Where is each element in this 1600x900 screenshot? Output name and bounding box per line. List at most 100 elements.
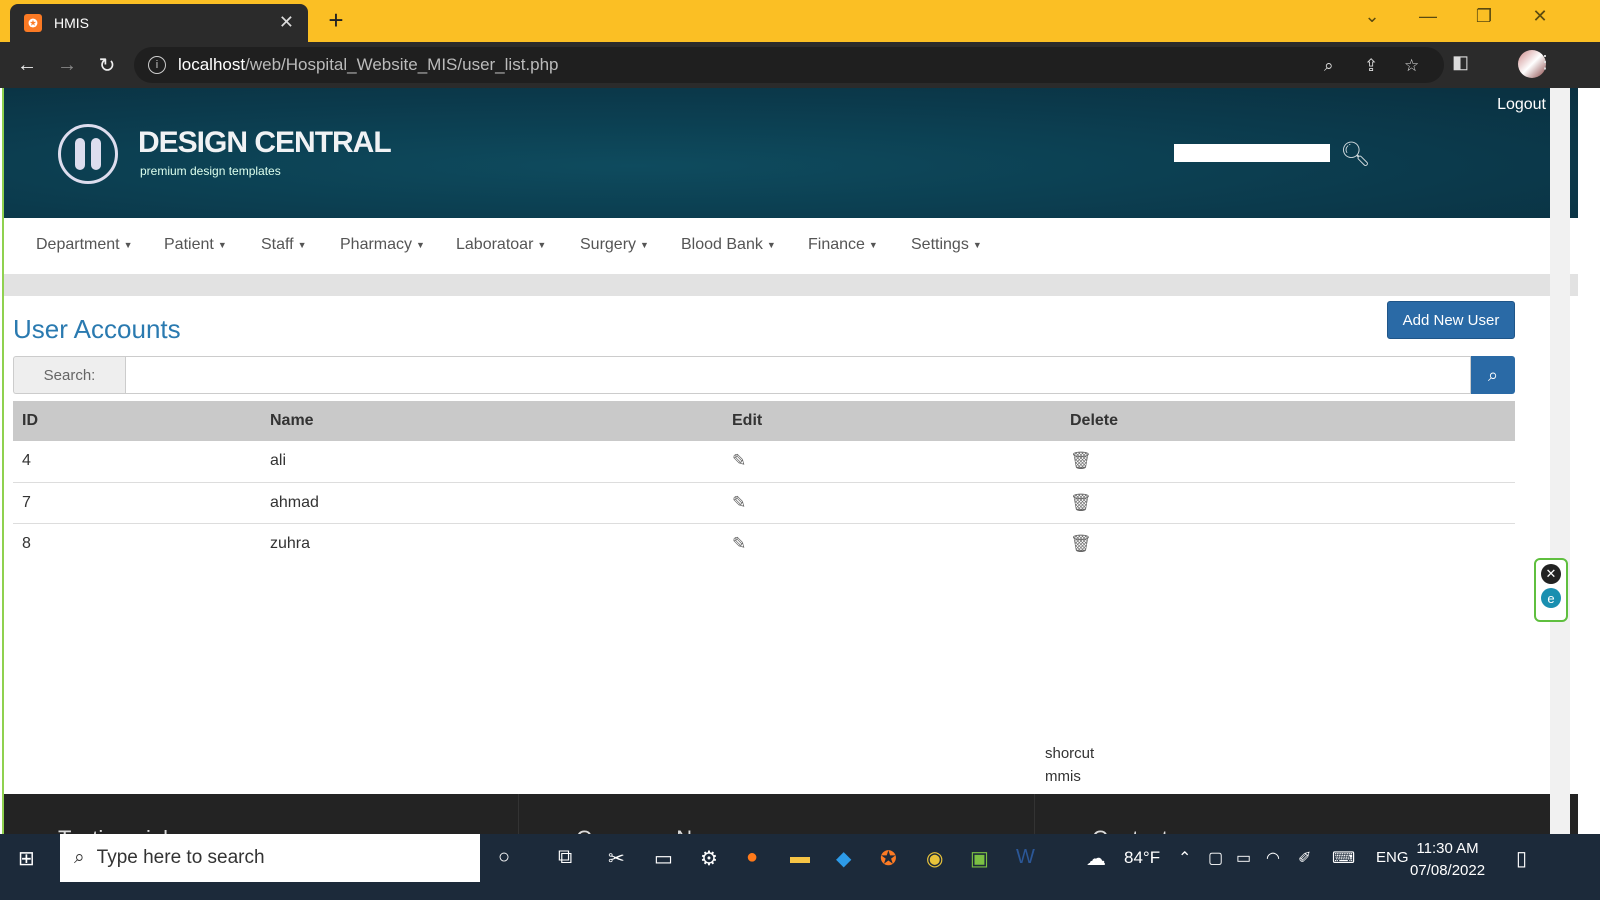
brand-name: DESIGN CENTRAL — [138, 126, 392, 159]
browser-tab[interactable]: ✪ HMIS ✕ — [10, 4, 308, 42]
table-header-row: ID Name Edit Delete — [13, 401, 1515, 441]
share-icon[interactable]: ⇪ — [1364, 56, 1378, 76]
taskbar-search-box[interactable]: ⌕ Type here to search — [60, 834, 480, 882]
xampp-taskbar-icon[interactable]: ✪ — [880, 846, 897, 871]
nav-patient[interactable]: Patient ▼ — [164, 236, 227, 254]
weather-temp[interactable]: 84°F — [1124, 848, 1160, 868]
caret-down-icon: ▼ — [640, 239, 649, 250]
tray-chevron-icon[interactable]: ⌃ — [1178, 848, 1191, 868]
address-bar[interactable]: i localhost/web/Hospital_Website_MIS/use… — [134, 47, 1444, 83]
table-search: Search: ⌕ — [13, 356, 1515, 394]
menu-kebab-icon[interactable]: ⋮ — [1536, 52, 1554, 73]
trash-icon[interactable]: 🗑︎ — [1070, 451, 1092, 470]
bookmark-star-icon[interactable]: ☆ — [1404, 56, 1419, 76]
nav-finance[interactable]: Finance ▼ — [808, 236, 878, 254]
meet-icon[interactable]: ▢ — [1208, 848, 1223, 868]
trash-icon[interactable]: 🗑︎ — [1070, 534, 1092, 553]
terminal-icon[interactable]: ▭ — [654, 846, 673, 871]
cell-name: ahmad — [261, 482, 723, 524]
keyboard-icon[interactable]: ⌨ — [1332, 848, 1355, 868]
back-icon[interactable]: ← — [14, 52, 40, 78]
edit-icon[interactable]: ✎ — [732, 451, 746, 470]
firefox-icon[interactable]: ● — [746, 846, 758, 869]
clock-time: 11:30 AM — [1416, 840, 1479, 857]
col-header-delete: Delete — [1061, 401, 1515, 441]
tab-close-icon[interactable]: ✕ — [279, 12, 294, 33]
forward-icon[interactable]: → — [54, 52, 80, 78]
windows-taskbar: ⊞ ⌕ Type here to search ○ ⧉ ✂ ▭ ⚙ ● ▬ ◆ … — [0, 834, 1600, 882]
snipping-tool-icon[interactable]: ✂ — [608, 846, 625, 871]
notification-icon[interactable]: ▯ — [1516, 846, 1527, 871]
page-title: User Accounts — [13, 314, 181, 344]
chrome-icon[interactable]: ◉ — [926, 846, 943, 871]
table-row: 7 ahmad ✎ 🗑︎ — [13, 482, 1515, 524]
pen-icon[interactable]: ✐ — [1298, 848, 1311, 868]
battery-icon[interactable]: ▭ — [1236, 848, 1251, 868]
page-scrollbar[interactable] — [1550, 88, 1570, 848]
cortana-icon[interactable]: ○ — [498, 846, 510, 869]
nav-pharmacy[interactable]: Pharmacy ▼ — [340, 236, 425, 254]
caret-down-icon: ▼ — [416, 239, 425, 250]
shortcut-line-1: shorcut — [1045, 745, 1095, 762]
cell-name: ali — [261, 441, 723, 483]
header-search-input[interactable] — [1174, 144, 1330, 162]
windows-start-icon[interactable]: ⊞ — [18, 846, 35, 871]
app-green-icon[interactable]: ▣ — [970, 846, 989, 871]
close-circle-icon[interactable]: ✕ — [1541, 564, 1561, 584]
caret-down-icon: ▼ — [217, 239, 227, 250]
site-header: Logout DESIGN CENTRAL premium design tem… — [4, 88, 1578, 218]
xampp-icon: ✪ — [24, 14, 42, 32]
cell-id: 4 — [13, 441, 261, 483]
nav-settings[interactable]: Settings ▼ — [911, 236, 982, 254]
task-view-icon[interactable]: ⧉ — [558, 846, 572, 869]
new-tab-button[interactable]: + — [322, 5, 350, 35]
edit-icon[interactable]: ✎ — [732, 534, 746, 553]
add-new-user-button[interactable]: Add New User — [1387, 301, 1515, 339]
caret-down-icon: ▼ — [297, 239, 307, 250]
reload-icon[interactable]: ↻ — [94, 52, 120, 78]
language-indicator[interactable]: ENG — [1376, 849, 1409, 866]
zoom-icon[interactable]: ⌕ — [1324, 56, 1334, 76]
search-icon: ⌕ — [1487, 364, 1499, 385]
search-icon: ⌕ — [74, 847, 85, 868]
close-window-button[interactable]: ✕ — [1520, 6, 1560, 27]
search-input[interactable] — [125, 356, 1471, 394]
system-clock[interactable]: 11:30 AM 07/08/2022 — [1410, 838, 1485, 882]
url-path: /web/Hospital_Website_MIS/user_list.php — [245, 55, 559, 74]
nav-staff[interactable]: Staff ▼ — [261, 236, 307, 254]
table-row: 8 zuhra ✎ 🗑︎ — [13, 523, 1515, 564]
word-icon[interactable]: W — [1016, 846, 1035, 869]
restore-button[interactable]: ❐ — [1464, 6, 1504, 27]
caret-down-icon: ▼ — [537, 239, 547, 250]
logout-link[interactable]: Logout — [1497, 96, 1546, 114]
trash-icon[interactable]: 🗑︎ — [1070, 493, 1092, 512]
browser-tabstrip: ✪ HMIS ✕ + ⌄ — ❐ ✕ — [0, 0, 1600, 42]
search-button[interactable]: ⌕ — [1471, 356, 1515, 394]
site-info-icon[interactable]: i — [148, 56, 166, 74]
divider-bar — [4, 274, 1578, 296]
caret-down-icon: ▼ — [123, 239, 133, 250]
shortcut-line-2: mmis — [1045, 768, 1081, 785]
file-explorer-icon[interactable]: ▬ — [790, 846, 810, 869]
edit-icon[interactable]: ✎ — [732, 493, 746, 512]
browser-toolbar: ← → ↻ i localhost/web/Hospital_Website_M… — [0, 42, 1600, 88]
wifi-icon[interactable]: ◠ — [1266, 848, 1280, 868]
main-nav: Department ▼ Patient ▼ Staff ▼ Pharmacy ▼ La… — [4, 218, 1578, 274]
nav-blood-bank[interactable]: Blood Bank ▼ — [681, 236, 776, 254]
weather-icon[interactable]: ☁ — [1086, 846, 1106, 871]
cell-id: 7 — [13, 482, 261, 524]
vscode-icon[interactable]: ◆ — [836, 846, 851, 871]
settings-gear-icon[interactable]: ⚙ — [700, 846, 718, 871]
side-panel-icon[interactable]: ◧ — [1452, 52, 1469, 73]
nav-department[interactable]: Department ▼ — [36, 236, 133, 254]
minimize-button[interactable]: — — [1408, 6, 1448, 27]
cell-id: 8 — [22, 534, 31, 552]
e-extension-icon[interactable]: e — [1541, 588, 1561, 608]
col-header-edit: Edit — [723, 401, 1061, 441]
url-host: localhost — [178, 55, 246, 74]
nav-surgery[interactable]: Surgery ▼ — [580, 236, 649, 254]
nav-laboratoar[interactable]: Laboratoar ▼ — [456, 236, 546, 254]
clock-date: 07/08/2022 — [1410, 862, 1486, 879]
tab-search-icon[interactable]: ⌄ — [1352, 6, 1392, 27]
magnifier-icon[interactable]: 🔍︎ — [1340, 140, 1370, 169]
